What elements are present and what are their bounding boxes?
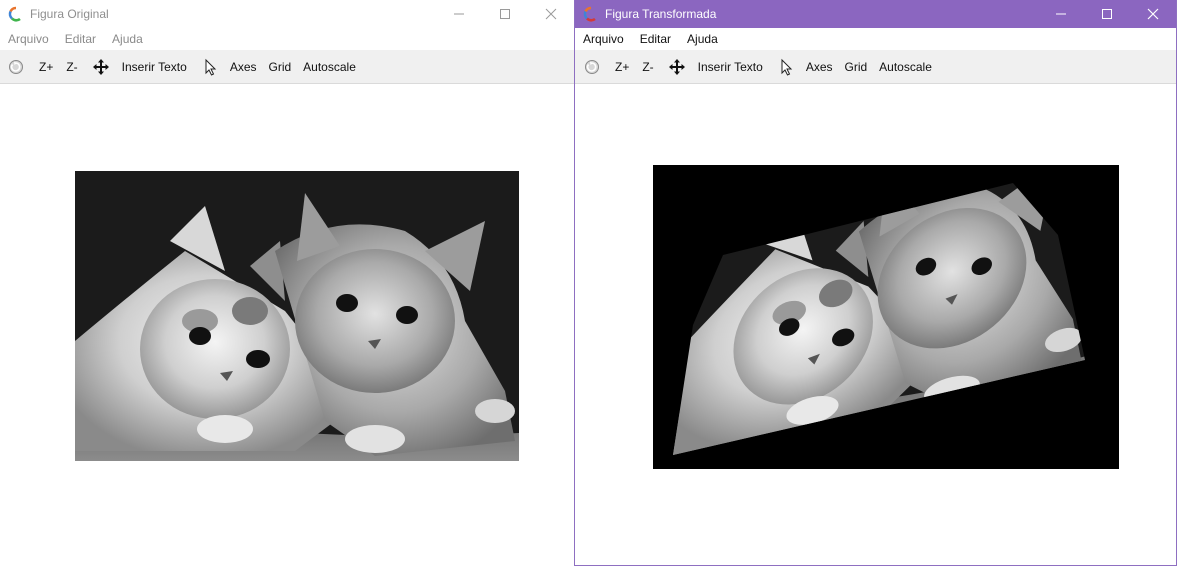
- close-button[interactable]: [1130, 0, 1176, 28]
- figure-canvas[interactable]: [575, 84, 1176, 565]
- zoom-out-button[interactable]: Z-: [66, 55, 77, 79]
- select-button[interactable]: [777, 55, 795, 79]
- pan-button[interactable]: [668, 55, 686, 79]
- menu-editar[interactable]: Editar: [57, 32, 104, 46]
- app-icon: [583, 6, 596, 22]
- window-transformed: Figura Transformada Arquivo Editar Ajuda: [574, 0, 1177, 566]
- window-title: Figura Original: [30, 7, 109, 21]
- rotate-icon: [9, 59, 23, 74]
- window-title: Figura Transformada: [605, 7, 717, 21]
- close-icon: [545, 8, 557, 20]
- menu-arquivo[interactable]: Arquivo: [0, 32, 57, 46]
- close-button[interactable]: [528, 0, 574, 28]
- menu-arquivo[interactable]: Arquivo: [575, 32, 632, 46]
- maximize-button[interactable]: [482, 0, 528, 28]
- minimize-button[interactable]: [436, 0, 482, 28]
- app-icon: [8, 6, 21, 22]
- menu-editar[interactable]: Editar: [632, 32, 679, 46]
- figure-canvas[interactable]: [0, 84, 574, 566]
- maximize-button[interactable]: [1084, 0, 1130, 28]
- menu-ajuda[interactable]: Ajuda: [679, 32, 726, 46]
- window-original: Figura Original Arquivo Editar Ajuda Z+: [0, 0, 574, 566]
- select-button[interactable]: [201, 55, 219, 79]
- maximize-icon: [1102, 9, 1112, 19]
- insert-text-button[interactable]: Inserir Texto: [698, 55, 763, 79]
- axes-button[interactable]: Axes: [806, 55, 833, 79]
- pointer-icon: [781, 58, 793, 76]
- pan-icon: [92, 58, 109, 75]
- menu-bar: Arquivo Editar Ajuda: [575, 28, 1176, 50]
- toolbar: Z+ Z- Inserir Texto Axes Grid Autoscale: [0, 50, 574, 84]
- grid-button[interactable]: Grid: [269, 55, 292, 79]
- minimize-icon: [1056, 13, 1066, 15]
- title-bar[interactable]: Figura Transformada: [575, 0, 1176, 28]
- zoom-out-button[interactable]: Z-: [642, 55, 653, 79]
- maximize-icon: [500, 9, 510, 19]
- original-image: [75, 171, 519, 461]
- insert-text-button[interactable]: Inserir Texto: [122, 55, 187, 79]
- title-bar[interactable]: Figura Original: [0, 0, 574, 28]
- rotate-icon: [585, 59, 599, 74]
- autoscale-button[interactable]: Autoscale: [879, 55, 932, 79]
- rotate-button[interactable]: [7, 55, 25, 79]
- toolbar: Z+ Z- Inserir Texto Axes Grid Autoscale: [575, 50, 1176, 84]
- zoom-in-button[interactable]: Z+: [39, 55, 53, 79]
- menu-ajuda[interactable]: Ajuda: [104, 32, 151, 46]
- pointer-icon: [205, 58, 217, 76]
- grid-button[interactable]: Grid: [845, 55, 868, 79]
- zoom-in-button[interactable]: Z+: [615, 55, 629, 79]
- transformed-image: [653, 165, 1119, 469]
- pan-icon: [668, 58, 685, 75]
- axes-button[interactable]: Axes: [230, 55, 257, 79]
- autoscale-button[interactable]: Autoscale: [303, 55, 356, 79]
- close-icon: [1147, 8, 1159, 20]
- rotate-button[interactable]: [583, 55, 601, 79]
- pan-button[interactable]: [92, 55, 110, 79]
- minimize-icon: [454, 13, 464, 15]
- minimize-button[interactable]: [1038, 0, 1084, 28]
- menu-bar: Arquivo Editar Ajuda: [0, 28, 574, 50]
